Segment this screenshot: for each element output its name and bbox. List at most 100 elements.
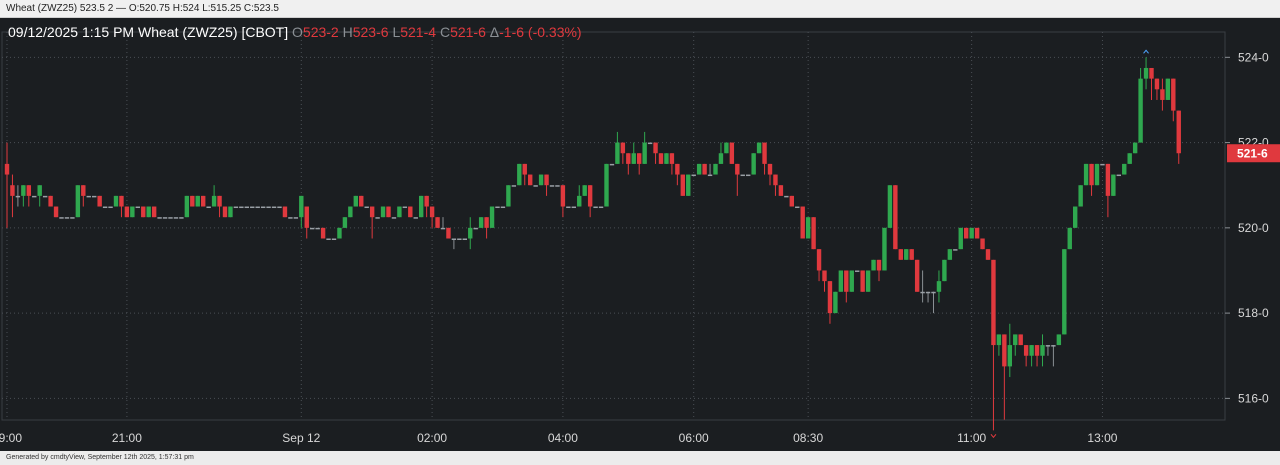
candle-body [822,270,827,282]
candle-body [1138,78,1143,143]
candle-body [206,206,211,209]
candle-body [473,227,478,230]
candle-body [113,195,119,207]
candle-body [348,206,353,218]
candlestick-chart[interactable]: 524-0522-0520-0518-0516-019:0021:00Sep 1… [0,18,1280,451]
candle-body [402,206,408,209]
candle-body [740,174,745,177]
chart-header: 09/12/2025 1:15 PM Wheat (ZWZ25) [CBOT] … [8,24,582,40]
candle-body [1143,67,1149,79]
candle-body [255,206,260,209]
plot-frame [1,31,1226,421]
candle-body [217,195,222,207]
candle-body [359,195,364,207]
candle-body [81,185,86,196]
candle-body [925,291,931,294]
candle-body [124,206,130,218]
header-datetime: 09/12/2025 1:15 PM [8,24,135,40]
candle-body [1002,334,1007,367]
x-tick-label: 04:00 [548,431,578,445]
candle-body [953,249,958,251]
chart-area[interactable]: 524-0522-0520-0518-0516-019:0021:00Sep 1… [0,18,1280,451]
candle-body [484,217,489,228]
candle-body [887,185,893,228]
session-high-marker [1143,49,1149,54]
candle-body [1051,345,1056,347]
candle-body [653,142,658,154]
candle-body [168,217,173,219]
candle-body [157,217,162,219]
candle-body [364,206,369,209]
candle-body [506,185,511,207]
candle-body [914,259,920,292]
candle-body [1171,78,1176,111]
candle-body [386,206,391,218]
x-tick-label: 08:30 [793,431,823,445]
x-tick-label: 21:00 [112,431,142,445]
candle-body [1018,334,1023,346]
candle-body [1034,345,1040,356]
candle-body [620,142,626,154]
candle-body [958,227,963,250]
candle-body [789,195,794,207]
candle-body [1105,163,1111,196]
candle-body [811,217,816,250]
candle-body [179,217,184,219]
candle-body [64,217,70,219]
change-value: -1-6 (-0.33%) [499,24,582,40]
candle-body [571,206,576,209]
candle-body [729,142,735,164]
x-tick-label: Sep 12 [282,431,320,445]
candle-body [380,206,386,218]
session-low-marker [990,434,997,439]
candle-body [647,142,653,145]
candle-body [1176,110,1181,154]
candle-body [337,227,342,239]
candle-body [991,259,996,346]
candle-body [996,334,1002,346]
candle-body [511,185,517,187]
candle-body [10,185,15,196]
candle-body [1029,345,1034,356]
candle-body [4,163,10,175]
candle-body [838,270,844,292]
candle-body [1160,89,1165,100]
candle-body [1127,153,1132,164]
candle-body [549,185,555,187]
candle-body [805,217,811,239]
candle-body [849,270,854,292]
candle-body [457,238,462,240]
x-tick-label: 06:00 [679,431,709,445]
candle-body [1154,78,1160,90]
open-label: O [292,24,303,40]
candle-body [75,185,81,218]
candle-body [658,153,664,164]
y-tick-label: 524-0 [1238,50,1269,64]
candle-body [696,163,702,175]
candle-body [566,206,571,209]
candle-body [1111,174,1116,196]
candle-body [626,153,631,164]
candle-body [141,206,146,218]
candle-body [555,185,560,187]
candle-body [15,195,21,198]
candle-body [353,195,358,207]
candle-body [451,238,457,240]
candle-body [964,227,969,239]
candle-body [37,185,42,196]
candle-body [1132,142,1138,154]
candle-body [228,206,233,218]
candle-body [795,206,800,209]
candle-body [173,217,179,219]
y-tick-label: 520-0 [1238,221,1269,235]
candle-body [266,206,271,209]
candle-body [1007,345,1012,367]
candle-body [664,153,669,164]
candle-body [1013,334,1018,346]
candle-body [440,227,446,230]
candle-body [860,270,865,292]
candle-body [244,206,249,209]
candle-body [876,259,882,271]
candle-body [593,206,598,209]
candle-body [969,227,974,239]
